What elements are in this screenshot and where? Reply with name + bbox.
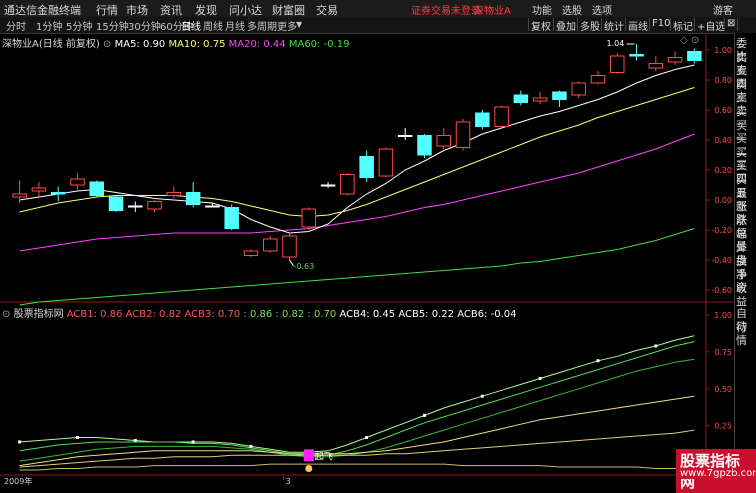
sub-y-tick-label: 0.75	[714, 348, 732, 357]
candle-down	[552, 91, 567, 100]
indicator-line	[19, 463, 695, 471]
y-tick-label: 0.00	[714, 196, 732, 205]
sub-y-tick-label: 1.00	[714, 311, 732, 320]
candle-down	[108, 196, 124, 211]
quote-label: 收益	[736, 281, 747, 308]
candle-up	[340, 174, 355, 195]
candle-up	[263, 238, 278, 252]
candle-up	[436, 135, 451, 147]
y-tick-label: -0.60	[711, 286, 732, 295]
candle-down	[397, 135, 413, 137]
indicator-line	[19, 429, 695, 468]
candle-down	[320, 184, 336, 187]
x-axis-year: 2009年	[4, 476, 32, 486]
indicator-dot	[538, 376, 542, 380]
indicator-dot	[422, 413, 426, 417]
indicator-dot	[18, 440, 22, 444]
signal-block	[303, 449, 314, 462]
candle-up	[243, 250, 259, 256]
y-tick-label: 0.80	[714, 76, 732, 85]
indicator-line	[19, 341, 695, 456]
y-tick-label: -0.20	[711, 226, 732, 235]
candle-down	[417, 135, 432, 156]
indicator-dot	[365, 436, 369, 440]
candle-up	[301, 208, 317, 228]
candle-down	[205, 205, 220, 208]
sub-y-tick-label: 0.25	[714, 422, 732, 431]
candle-down	[629, 54, 644, 57]
candle-up	[70, 178, 85, 186]
candle-up	[147, 201, 162, 210]
watermark-url: www.7gpzb.com	[676, 468, 756, 479]
low-price-label: -0.63	[294, 262, 315, 271]
indicator-dot	[480, 394, 484, 398]
indicator-dot	[75, 436, 79, 440]
sub-y-tick-label: 0.50	[714, 385, 732, 394]
high-price-label: 1.04	[607, 39, 625, 48]
candle-up	[31, 187, 47, 192]
candle-up	[378, 148, 394, 177]
candle-down	[50, 192, 66, 195]
y-tick-label: 1.00	[714, 46, 732, 55]
candle-down	[475, 112, 490, 127]
candle-down	[513, 94, 529, 103]
candle-up	[571, 82, 586, 96]
indicator-dot	[654, 344, 658, 348]
candle-up	[282, 235, 297, 258]
candle-up	[166, 192, 182, 196]
y-tick-label: 0.20	[714, 166, 732, 175]
ma20-line	[19, 133, 695, 252]
candle-up	[610, 55, 625, 73]
indicator-line	[19, 358, 695, 462]
y-tick-label: -0.40	[711, 256, 732, 265]
kline-chart[interactable]: 1.00 0.80 0.60 0.40 0.20 0.00 -0.20 -0.40 -0.60 1…	[0, 0, 734, 487]
candle-down	[185, 192, 201, 205]
indicator-dot	[249, 444, 253, 448]
candle-down	[128, 205, 143, 208]
candle-up	[494, 106, 509, 127]
indicator-line	[19, 335, 695, 453]
y-tick-label: 0.40	[714, 136, 732, 145]
candle-down	[89, 181, 104, 196]
candle-up	[12, 193, 27, 198]
candle-up	[532, 97, 548, 102]
auto-quote-toggle[interactable]: 行情	[736, 321, 756, 347]
indicator-dot	[133, 438, 137, 442]
indicator-dot	[191, 440, 195, 444]
candle-down	[359, 156, 374, 178]
candle-down	[224, 207, 239, 229]
indicator-dot	[596, 359, 600, 363]
x-axis-mark: 3	[286, 477, 291, 486]
candle-up	[590, 75, 606, 84]
signal-coin-icon	[305, 465, 313, 473]
y-tick-label: 0.60	[714, 106, 732, 115]
candle-up	[667, 57, 683, 63]
candle-up	[648, 63, 664, 69]
ma60-line	[19, 228, 695, 306]
candle-down	[687, 51, 702, 61]
candle-up	[455, 121, 471, 148]
signal-annotation: 起飞	[315, 452, 333, 463]
